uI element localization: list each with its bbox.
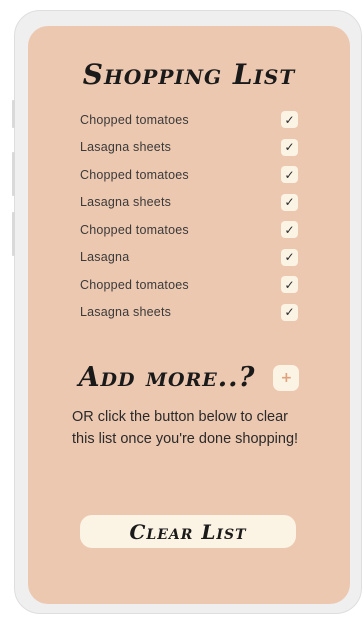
- item-checkbox[interactable]: ✓: [281, 276, 298, 294]
- check-icon: ✓: [284, 222, 295, 237]
- check-icon: ✓: [284, 195, 295, 210]
- shopping-list: Chopped tomatoes ✓ Lasagna sheets ✓ Chop…: [80, 106, 298, 326]
- list-item-label: Chopped tomatoes: [80, 112, 189, 127]
- list-item: Lasagna ✓: [80, 244, 298, 272]
- list-item: Chopped tomatoes ✓: [80, 161, 298, 189]
- item-checkbox[interactable]: ✓: [281, 193, 298, 211]
- device-side-button: [12, 100, 15, 128]
- list-item-label: Chopped tomatoes: [80, 277, 189, 292]
- list-item: Lasagna sheets ✓: [80, 189, 298, 217]
- list-item-label: Lasagna sheets: [80, 305, 172, 320]
- item-checkbox[interactable]: ✓: [281, 303, 298, 321]
- list-item: Chopped tomatoes ✓: [80, 216, 298, 244]
- clear-instructions: OR click the button below to clear this …: [72, 409, 299, 447]
- add-more-heading: Add more..?: [78, 362, 256, 393]
- check-icon: ✓: [284, 250, 295, 265]
- list-item-label: Lasagna sheets: [80, 140, 172, 155]
- list-item: Lasagna sheets ✓: [80, 299, 298, 327]
- device-side-button: [12, 212, 15, 256]
- list-item: Chopped tomatoes ✓: [80, 106, 298, 134]
- check-icon: ✓: [284, 277, 295, 292]
- check-icon: ✓: [284, 305, 295, 320]
- add-more-section: Add more..? +: [28, 362, 350, 393]
- clear-list-button[interactable]: Clear List: [80, 515, 296, 548]
- list-item: Lasagna sheets ✓: [80, 134, 298, 162]
- item-checkbox[interactable]: ✓: [281, 248, 298, 266]
- check-icon: ✓: [284, 112, 295, 127]
- page-title: Shopping List: [82, 58, 296, 91]
- check-icon: ✓: [284, 167, 295, 182]
- list-item-label: Chopped tomatoes: [80, 222, 189, 237]
- list-item-label: Lasagna sheets: [80, 195, 172, 210]
- item-checkbox[interactable]: ✓: [281, 221, 298, 239]
- check-icon: ✓: [284, 140, 295, 155]
- item-checkbox[interactable]: ✓: [281, 111, 298, 129]
- list-item: Chopped tomatoes ✓: [80, 271, 298, 299]
- device-side-button: [12, 152, 15, 196]
- item-checkbox[interactable]: ✓: [281, 138, 298, 156]
- list-item-label: Chopped tomatoes: [80, 167, 189, 182]
- shopping-list-card: Shopping List Chopped tomatoes ✓ Lasagna…: [28, 26, 350, 604]
- plus-icon: +: [280, 369, 293, 386]
- add-item-button[interactable]: +: [273, 364, 300, 391]
- list-item-label: Lasagna: [80, 250, 130, 265]
- item-checkbox[interactable]: ✓: [281, 166, 298, 184]
